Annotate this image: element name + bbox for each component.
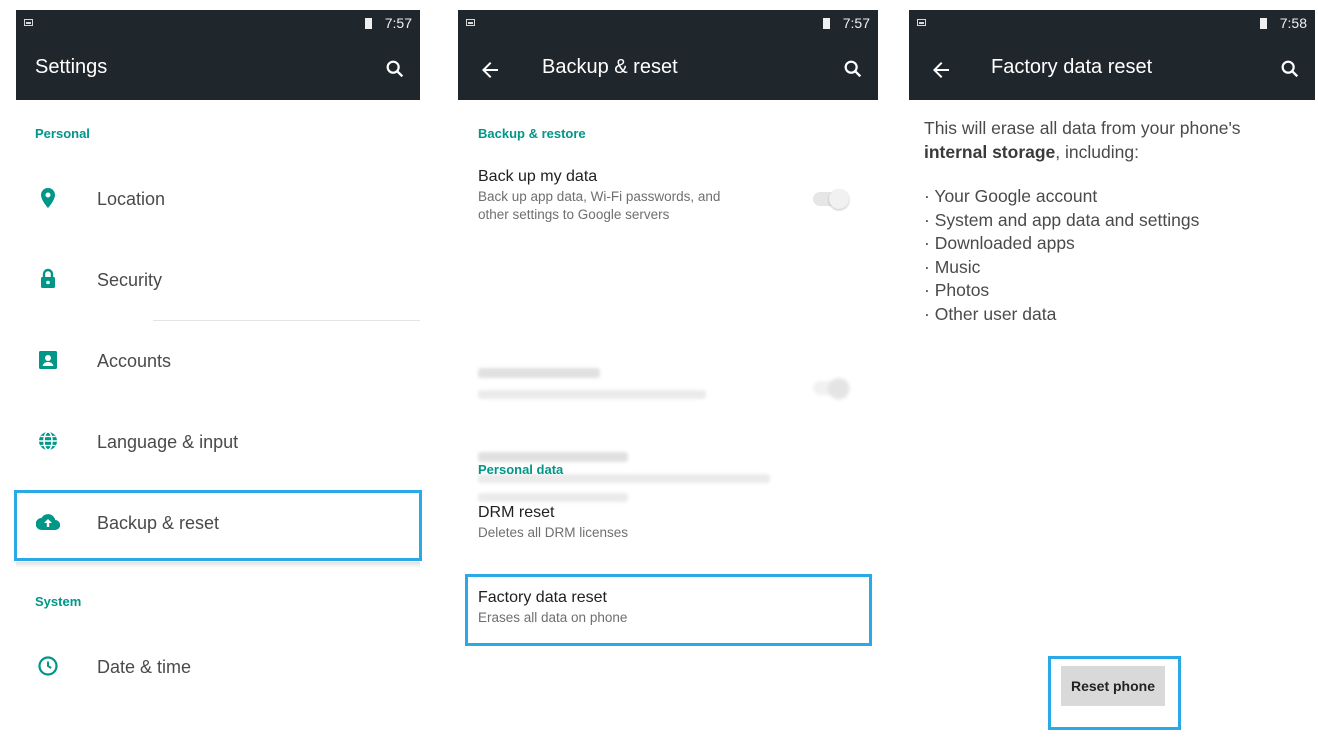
app-bar: Backup & reset <box>458 36 878 100</box>
shadow-divider <box>16 562 420 568</box>
highlight-factory-data-reset <box>465 574 872 646</box>
reset-warning-line1: This will erase all data from your phone… <box>924 118 1241 138</box>
backup-my-data-summary-line2: other settings to Google servers <box>478 207 670 222</box>
reset-warning-text: This will erase all data from your phone… <box>924 116 1304 164</box>
list-item: Downloaded apps <box>924 232 1199 256</box>
list-item: Your Google account <box>924 185 1199 209</box>
battery-icon <box>365 18 372 29</box>
backup-my-data-summary-line1: Back up app data, Wi-Fi passwords, and <box>478 189 721 204</box>
reset-warning-bold: internal storage <box>924 142 1056 162</box>
app-bar: Settings <box>16 36 420 100</box>
automatic-restore-toggle[interactable] <box>813 378 849 398</box>
page-title: Backup & reset <box>542 56 678 78</box>
clock-icon <box>38 656 58 676</box>
back-arrow-icon[interactable] <box>929 58 953 82</box>
section-header-backup-restore: Backup & restore <box>478 126 586 141</box>
back-arrow-icon[interactable] <box>478 58 502 82</box>
status-bar: 7:57 <box>458 10 878 36</box>
list-item: Photos <box>924 279 1199 303</box>
highlight-reset-phone <box>1048 656 1181 730</box>
battery-icon <box>1260 18 1267 29</box>
settings-screen: 7:57 Settings Personal Location Security… <box>14 10 422 740</box>
page-title: Settings <box>35 56 108 78</box>
settings-item-accounts[interactable]: Accounts <box>16 322 420 402</box>
location-pin-icon <box>41 188 55 208</box>
backup-my-data-toggle[interactable] <box>813 189 849 209</box>
settings-item-label: Location <box>97 189 166 209</box>
settings-item-label: Language & input <box>97 432 239 452</box>
search-icon[interactable] <box>1279 58 1301 80</box>
status-time: 7:57 <box>384 15 412 31</box>
settings-item-date-time[interactable]: Date & time <box>16 628 420 708</box>
status-bar: 7:57 <box>16 10 420 36</box>
settings-item-security[interactable]: Security <box>16 241 420 321</box>
drm-reset-item[interactable]: DRM reset Deletes all DRM licenses <box>478 504 628 542</box>
list-item: Music <box>924 256 1199 280</box>
section-header-personal-data: Personal data <box>478 462 564 477</box>
drm-reset-title: DRM reset <box>478 504 555 521</box>
notification-image-icon <box>917 19 926 26</box>
divider <box>153 320 420 321</box>
settings-item-label: Date & time <box>97 657 192 677</box>
account-box-icon <box>39 351 57 369</box>
lock-icon <box>41 268 55 288</box>
erased-data-list: Your Google account System and app data … <box>924 185 1199 326</box>
status-time: 7:57 <box>842 15 870 31</box>
backup-my-data-title: Back up my data <box>478 168 598 185</box>
settings-item-label: Accounts <box>97 351 172 371</box>
settings-item-label: Security <box>97 270 163 290</box>
factory-data-reset-screen: 7:58 Factory data reset This will erase … <box>909 10 1315 740</box>
reset-warning-rest: , including: <box>1055 142 1139 162</box>
globe-icon <box>39 431 57 451</box>
app-bar: Factory data reset <box>909 36 1315 100</box>
backup-my-data-item[interactable]: Back up my data Back up app data, Wi-Fi … <box>478 168 720 224</box>
list-item: Other user data <box>924 303 1199 327</box>
highlight-backup-reset <box>14 490 422 561</box>
list-item: System and app data and settings <box>924 209 1200 233</box>
backup-reset-screen: 7:57 Backup & reset Backup & restore Bac… <box>458 10 878 740</box>
status-bar: 7:58 <box>909 10 1315 36</box>
settings-item-language[interactable]: Language & input <box>16 403 420 483</box>
battery-icon <box>823 18 830 29</box>
drm-reset-summary: Deletes all DRM licenses <box>478 525 629 540</box>
status-time: 7:58 <box>1279 15 1307 31</box>
notification-image-icon <box>24 19 33 26</box>
page-title: Factory data reset <box>991 56 1153 78</box>
settings-item-location[interactable]: Location <box>16 160 420 240</box>
search-icon[interactable] <box>384 58 406 80</box>
section-header-personal: Personal <box>35 126 90 141</box>
notification-image-icon <box>466 19 475 26</box>
section-header-system: System <box>35 594 82 609</box>
search-icon[interactable] <box>842 58 864 80</box>
